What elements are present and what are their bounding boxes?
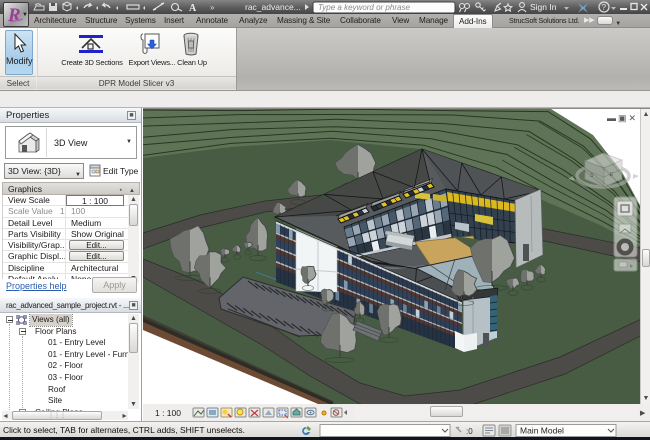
svg-text:?: ? bbox=[602, 3, 607, 12]
svg-text:R: R bbox=[7, 5, 21, 26]
svg-text:Main Model: Main Model bbox=[520, 426, 564, 436]
svg-text::0: :0 bbox=[466, 427, 473, 436]
svg-text:»: » bbox=[210, 3, 215, 12]
svg-text:A: A bbox=[189, 3, 197, 14]
svg-text:rac_advance...: rac_advance... bbox=[245, 2, 301, 12]
svg-text:Sign In: Sign In bbox=[530, 2, 557, 12]
svg-text:Type a keyword or phrase: Type a keyword or phrase bbox=[318, 3, 410, 12]
